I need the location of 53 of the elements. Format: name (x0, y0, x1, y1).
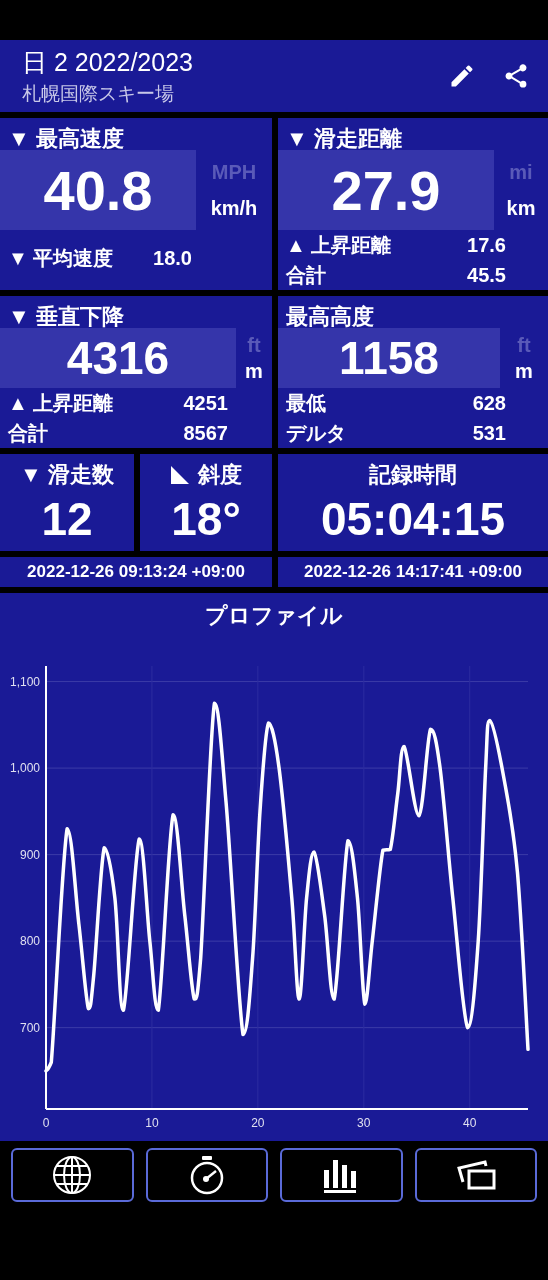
stat-value: 05:04:15 (320, 491, 506, 546)
stat-value: 12 (41, 491, 93, 546)
stat-label: ▼ 滑走距離 (285, 125, 403, 150)
unit-option[interactable]: km/h (210, 196, 258, 220)
end-time: 2022-12-26 14:17:41 +09:00 (278, 557, 548, 587)
stat-label: ▼ 垂直下降 (7, 303, 125, 328)
axis-tick-label: 30 (357, 1116, 371, 1130)
nav-button[interactable] (145, 1148, 268, 1202)
stat-label: ▼ 最高速度 (7, 125, 125, 150)
axis-tick-label: 800 (19, 934, 40, 949)
slope-icon (170, 464, 190, 485)
axis-tick-label: 20 (251, 1116, 265, 1130)
resort-name: 札幌国際スキー場 (22, 81, 175, 106)
stat-value: 531 (472, 421, 506, 445)
session-title: 日 2 2022/2023 (22, 46, 194, 78)
stat-value: 4251 (183, 391, 228, 415)
stat-label: 斜度 (198, 460, 242, 489)
nav-button[interactable] (414, 1148, 537, 1202)
stat-label: ▲ 上昇距離 (8, 390, 114, 416)
axis-tick-label: 900 (19, 847, 40, 862)
stat-value: 4316 (0, 328, 236, 388)
axis-tick-label: 700 (19, 1020, 40, 1035)
axis-tick-label: 0 (42, 1116, 50, 1130)
stat-label: 合計 (8, 420, 48, 446)
stat-label: デルタ (286, 420, 346, 446)
axis-tick-label: 10 (145, 1116, 159, 1130)
stat-value: 8567 (183, 421, 228, 445)
stat-label: 最低 (286, 390, 326, 416)
stat-label: ▼ 滑走数 (20, 460, 114, 489)
stat-value: 45.5 (467, 263, 506, 287)
chart-title: プロファイル (204, 602, 344, 630)
stat-value: 40.8 (0, 150, 196, 230)
axis-tick-label: 1,100 (9, 674, 40, 689)
stat-value: 1158 (278, 328, 500, 388)
unit-option[interactable]: km (506, 196, 536, 220)
axis-tick-label: 40 (463, 1116, 477, 1130)
stat-label: 最高高度 (285, 303, 375, 328)
unit-option[interactable]: m (245, 359, 263, 383)
nav-button[interactable] (11, 1148, 134, 1202)
stat-label: 合計 (286, 262, 326, 288)
stat-value: 27.9 (278, 150, 494, 230)
stat-label: 記録時間 (369, 460, 457, 489)
nav-button[interactable] (280, 1148, 403, 1202)
stat-label: ▲ 上昇距離 (286, 232, 392, 258)
globe-icon (52, 1155, 93, 1195)
unit-option[interactable]: m (515, 359, 533, 383)
start-time: 2022-12-26 09:13:24 +09:00 (0, 557, 272, 587)
stat-value: 18° (171, 491, 241, 546)
stat-value: 18.0 (153, 246, 192, 270)
stat-value: 17.6 (467, 233, 506, 257)
axis-tick-label: 1,000 (9, 761, 40, 776)
stat-value: 628 (472, 391, 506, 415)
stat-label: ▼ 平均速度 (8, 245, 114, 271)
